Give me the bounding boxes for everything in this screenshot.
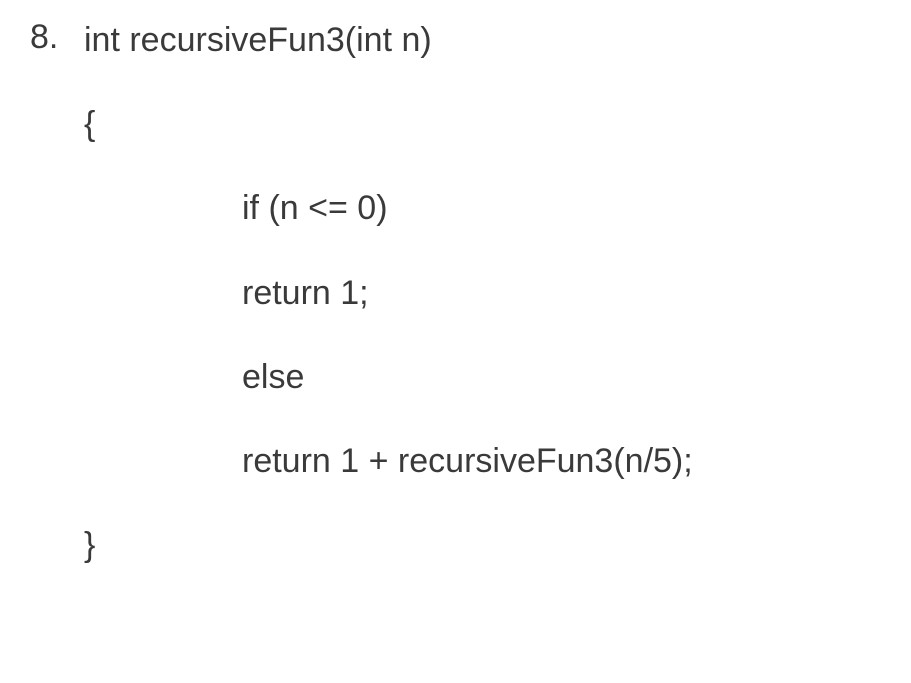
code-line: { — [84, 102, 901, 146]
numbered-list-item: 8. int recursiveFun3(int n) { if (n <= 0… — [10, 18, 901, 567]
code-line: if (n <= 0) — [84, 186, 901, 230]
code-line: return 1; — [84, 271, 901, 315]
list-marker: 8. — [10, 18, 84, 57]
code-line: int recursiveFun3(int n) — [84, 18, 901, 62]
code-line: else — [84, 355, 901, 399]
code-block: int recursiveFun3(int n) { if (n <= 0) r… — [84, 18, 901, 567]
code-line: } — [84, 523, 901, 567]
code-line: return 1 + recursiveFun3(n/5); — [84, 439, 901, 483]
